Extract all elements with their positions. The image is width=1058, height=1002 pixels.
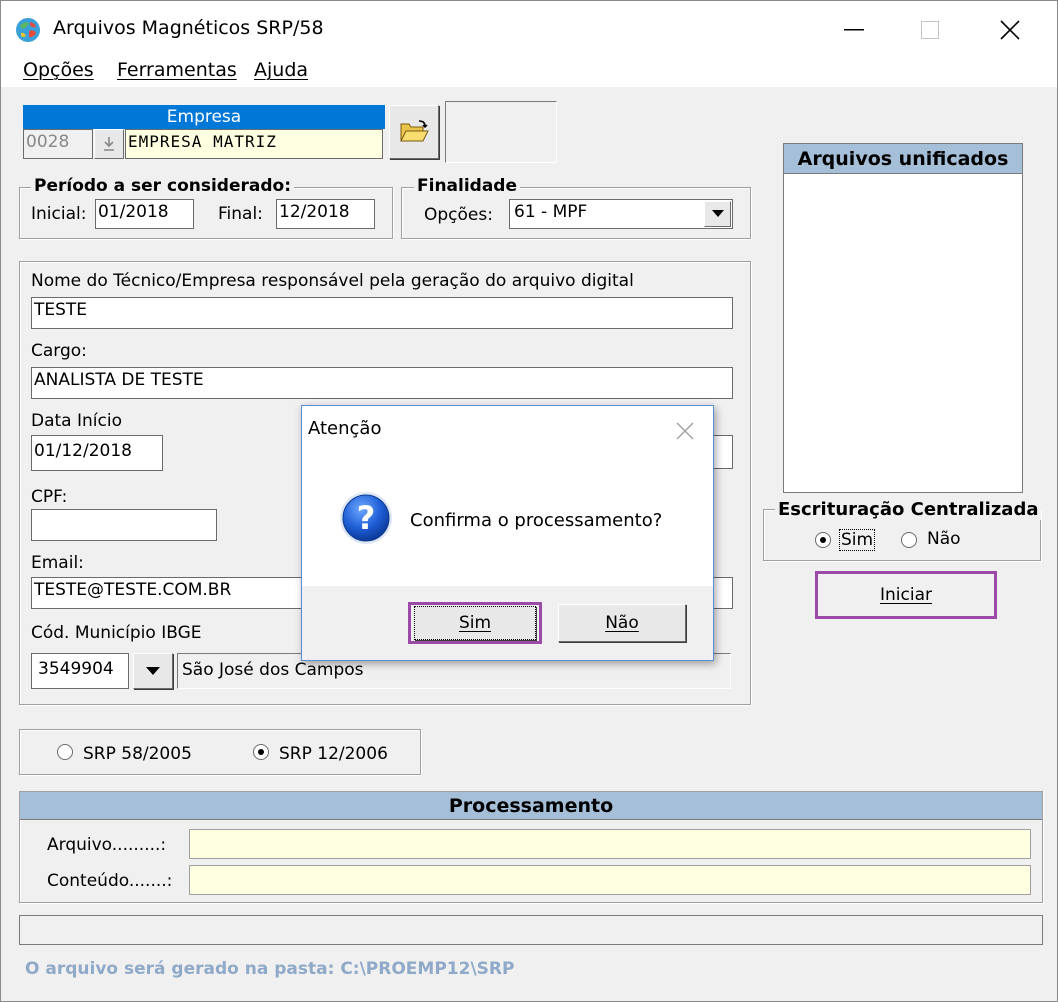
- arquivo-label: Arquivo.........:: [47, 835, 167, 855]
- dialog-title: Atenção: [308, 418, 382, 439]
- nome-input[interactable]: TESTE: [31, 297, 733, 329]
- srp-12-radio[interactable]: [253, 744, 269, 760]
- finalidade-legend: Finalidade: [414, 176, 521, 196]
- dialog-close-button[interactable]: [672, 418, 698, 444]
- dialog-no-button[interactable]: Não: [558, 604, 686, 642]
- arquivo-field: [189, 829, 1031, 859]
- periodo-inicial-input[interactable]: 01/2018: [95, 199, 194, 229]
- periodo-inicial-label: Inicial:: [31, 204, 87, 224]
- empresa-lookup-button[interactable]: [94, 129, 124, 159]
- dialog-message: Confirma o processamento?: [410, 510, 663, 531]
- menu-ferramentas[interactable]: Ferramentas: [117, 59, 237, 81]
- srp-12-label[interactable]: SRP 12/2006: [279, 744, 388, 764]
- finalidade-opcoes-label: Opções:: [424, 205, 493, 225]
- periodo-final-label: Final:: [218, 204, 263, 224]
- escrituracao-sim-radio[interactable]: [815, 532, 831, 548]
- cargo-input[interactable]: ANALISTA DE TESTE: [31, 367, 733, 399]
- periodo-legend: Período a ser considerado:: [31, 176, 294, 196]
- close-button[interactable]: [985, 11, 1035, 49]
- download-arrow-icon: [104, 137, 114, 151]
- escrituracao-sim-label[interactable]: Sim: [839, 529, 876, 551]
- app-globe-icon: [16, 18, 40, 42]
- email-label: Email:: [31, 553, 84, 573]
- window-title: Arquivos Magnéticos SRP/58: [53, 17, 324, 39]
- empresa-open-button[interactable]: [389, 105, 439, 159]
- empresa-name-field: EMPRESA MATRIZ: [125, 129, 383, 159]
- empresa-logo-box: [445, 101, 557, 163]
- maximize-button[interactable]: [905, 11, 955, 49]
- conteudo-label: Conteúdo.......:: [47, 871, 173, 891]
- escrituracao-legend: Escrituração Centralizada: [775, 499, 1042, 520]
- finalidade-dropdown-button[interactable]: [704, 201, 731, 227]
- finalidade-select-value: 61 - MPF: [514, 202, 588, 222]
- empresa-code-field[interactable]: 0028: [23, 129, 93, 159]
- menu-opcoes[interactable]: Opções: [23, 59, 94, 81]
- minimize-icon: [844, 29, 864, 31]
- empresa-header: Empresa: [23, 105, 385, 129]
- question-icon: ?: [340, 492, 392, 544]
- srp-58-label[interactable]: SRP 58/2005: [83, 744, 192, 764]
- footer-note: O arquivo será gerado na pasta: C:\PROEM…: [25, 959, 515, 979]
- cpf-input[interactable]: [31, 509, 217, 541]
- svg-text:?: ?: [357, 499, 376, 537]
- open-folder-icon: [400, 120, 429, 142]
- maximize-icon: [921, 21, 939, 39]
- minimize-button[interactable]: [829, 11, 879, 49]
- ibge-dropdown-button[interactable]: [133, 653, 173, 689]
- srp-58-radio[interactable]: [57, 744, 73, 760]
- progress-bar: [19, 915, 1043, 945]
- confirm-dialog: Atenção ? Confirma o processamento? Sim …: [301, 405, 714, 661]
- data-inicio-input[interactable]: 01/12/2018: [31, 435, 163, 471]
- iniciar-highlight: [815, 571, 997, 619]
- periodo-final-input[interactable]: 12/2018: [276, 199, 375, 229]
- menu-bar: Opções Ferramentas Ajuda: [1, 57, 1057, 87]
- cargo-label: Cargo:: [31, 341, 87, 361]
- dialog-no-label: Não: [605, 613, 639, 633]
- title-bar: Arquivos Magnéticos SRP/58: [1, 1, 1057, 57]
- chevron-down-icon: [711, 210, 724, 217]
- close-icon: [676, 422, 694, 440]
- finalidade-select[interactable]: 61 - MPF: [509, 199, 733, 229]
- arquivos-unificados-list[interactable]: Arquivos unificados: [783, 143, 1023, 493]
- processamento-header: Processamento: [20, 792, 1042, 820]
- conteudo-field: [189, 865, 1031, 895]
- arquivos-unificados-header: Arquivos unificados: [784, 144, 1022, 174]
- escrituracao-nao-radio[interactable]: [901, 532, 917, 548]
- ibge-code-input[interactable]: 3549904: [31, 653, 129, 689]
- cpf-label: CPF:: [31, 487, 68, 507]
- chevron-down-icon: [146, 666, 160, 675]
- ibge-label: Cód. Município IBGE: [31, 623, 202, 643]
- menu-ajuda[interactable]: Ajuda: [254, 59, 308, 81]
- data-inicio-label: Data Início: [31, 411, 122, 431]
- dialog-yes-highlight: [408, 602, 542, 644]
- nome-label: Nome do Técnico/Empresa responsável pela…: [31, 271, 634, 291]
- main-window: Arquivos Magnéticos SRP/58 Opções Ferram…: [0, 0, 1058, 1002]
- close-icon: [1000, 20, 1020, 40]
- escrituracao-nao-label[interactable]: Não: [927, 529, 961, 549]
